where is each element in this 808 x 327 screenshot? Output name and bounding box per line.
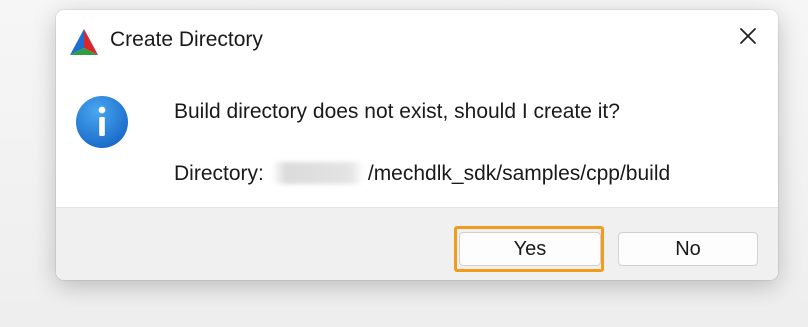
directory-line: Directory: /mechdlk_sdk/samples/cpp/build (174, 160, 670, 188)
dialog-content: Build directory does not exist, should I… (56, 66, 778, 207)
directory-path: /mechdlk_sdk/samples/cpp/build (367, 162, 671, 185)
no-button[interactable]: No (618, 232, 758, 266)
dialog-message: Build directory does not exist, should I… (174, 100, 620, 123)
dialog-title: Create Directory (110, 28, 263, 51)
info-icon (75, 95, 129, 149)
dialog-titlebar: Create Directory (56, 10, 778, 66)
close-icon (738, 26, 758, 51)
directory-label: Directory: (174, 162, 264, 185)
create-directory-dialog: Create Directory Build directory does no… (56, 10, 778, 280)
yes-button[interactable]: Yes (459, 232, 601, 266)
close-button[interactable] (718, 10, 778, 66)
redacted-path-segment (271, 162, 364, 184)
cmake-triangle-icon (69, 28, 99, 56)
dialog-button-bar: Yes No (56, 207, 778, 280)
